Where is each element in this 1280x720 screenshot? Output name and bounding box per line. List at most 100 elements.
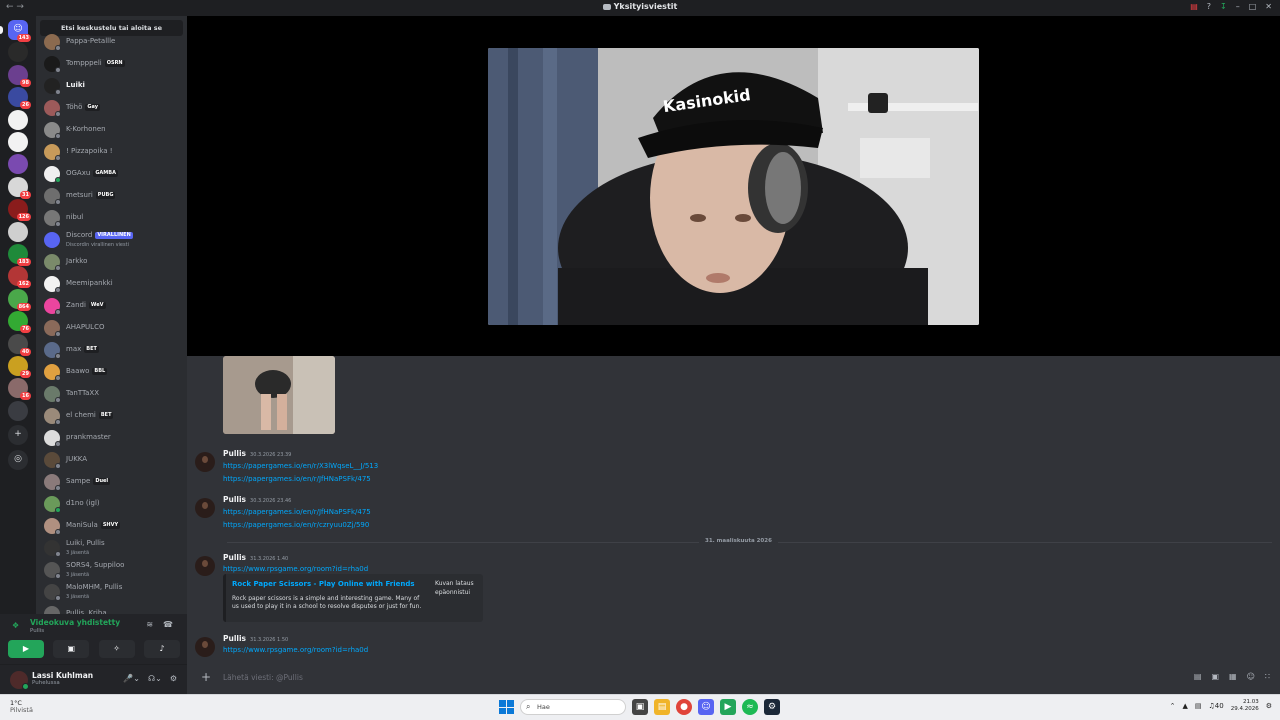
screen-share-button[interactable]: ▣ xyxy=(53,640,90,658)
author-avatar[interactable] xyxy=(195,637,215,657)
discord-icon[interactable]: ☺ xyxy=(698,699,714,715)
server-icon[interactable]: 76 xyxy=(8,311,31,334)
message-link[interactable]: https://papergames.io/en/r/JfHNaPSFk/475 xyxy=(223,508,371,516)
activities-button[interactable]: ✧ xyxy=(98,640,135,658)
author-name[interactable]: Pullis xyxy=(223,449,246,458)
weather-widget[interactable]: 1°C Pilvistä xyxy=(10,700,33,714)
app-icon[interactable]: ▶ xyxy=(720,699,736,715)
discover-button[interactable]: ◎ xyxy=(8,449,28,470)
dm-item[interactable]: Pappa-Petallle xyxy=(40,32,184,52)
dm-item[interactable]: Töhö Gay xyxy=(40,98,184,118)
emoji-icon[interactable]: ☺ xyxy=(1247,672,1255,681)
task-view-icon[interactable]: ▣ xyxy=(632,699,648,715)
dm-item[interactable]: Jarkko xyxy=(40,252,184,272)
message-link[interactable]: https://www.rpsgame.org/room?id=rha0d xyxy=(223,646,368,654)
message-link[interactable]: https://papergames.io/en/r/czryuu0Zj/590 xyxy=(223,521,369,529)
gif-icon[interactable]: ▣ xyxy=(1211,672,1219,681)
maximize-icon[interactable]: □ xyxy=(1249,2,1257,11)
dm-item[interactable]: Discord VIRALLINEN Discordin virallinen vi… xyxy=(40,230,184,250)
dm-item[interactable]: K-Korhonen xyxy=(40,120,184,140)
signal-icon[interactable]: ❖ xyxy=(12,621,19,630)
author-avatar[interactable] xyxy=(195,452,215,472)
settings-gear-icon[interactable]: ⚙ xyxy=(170,674,177,683)
help-icon[interactable]: ? xyxy=(1207,2,1211,11)
dm-item[interactable]: AHAPULCO xyxy=(40,318,184,338)
disconnect-icon[interactable]: ☎ xyxy=(163,620,173,629)
message-link[interactable]: https://www.rpsgame.org/room?id=rha0d xyxy=(223,565,368,573)
headphones-icon[interactable]: ☊⌄ xyxy=(148,674,162,683)
dm-item[interactable]: el chemi BET xyxy=(40,406,184,426)
embed-title[interactable]: Rock Paper Scissors - Play Online with F… xyxy=(232,580,415,588)
steam-icon[interactable]: ⚙ xyxy=(764,699,780,715)
add-attachment-icon[interactable]: + xyxy=(201,670,211,684)
network-icon[interactable]: ▤ xyxy=(1195,702,1202,710)
spotify-icon[interactable]: ≈ xyxy=(742,699,758,715)
dm-item[interactable]: metsuri PUBG xyxy=(40,186,184,206)
add-server-button[interactable]: + xyxy=(8,425,28,446)
author-name[interactable]: Pullis xyxy=(223,553,246,562)
message-link[interactable]: https://papergames.io/en/r/JfHNaPSFk/475 xyxy=(223,475,371,483)
server-icon[interactable]: 126 xyxy=(8,199,31,222)
dm-item[interactable]: nibul xyxy=(40,208,184,228)
server-icon[interactable] xyxy=(8,132,28,152)
server-icon[interactable]: 864 xyxy=(8,288,31,311)
download-icon[interactable]: ↧ xyxy=(1220,2,1227,11)
start-button[interactable] xyxy=(498,699,514,715)
notifications-icon[interactable]: ⚙ xyxy=(1266,702,1272,710)
dm-item[interactable]: Zandi WeV xyxy=(40,296,184,316)
apps-icon[interactable]: ∷ xyxy=(1265,672,1270,681)
author-name[interactable]: Pullis xyxy=(223,495,246,504)
dm-item[interactable]: TanTTaXX xyxy=(40,384,184,404)
dm-item[interactable]: ! Pizzapoika ! xyxy=(40,142,184,162)
video-feed[interactable]: Kasinokid xyxy=(488,48,979,325)
author-name[interactable]: Pullis xyxy=(223,634,246,643)
dm-item[interactable]: Tompppeli OSRN xyxy=(40,54,184,74)
server-icon[interactable]: 183 xyxy=(8,244,31,266)
server-icon[interactable]: 40 xyxy=(8,333,31,356)
server-icon[interactable]: 162 xyxy=(8,266,31,289)
close-icon[interactable]: ✕ xyxy=(1265,2,1272,11)
dm-item[interactable]: SORS4, Suppiloo 3 jäsentä xyxy=(40,560,184,580)
server-icon[interactable] xyxy=(8,221,28,242)
taskbar-search[interactable]: Hae xyxy=(520,699,626,715)
server-icon[interactable] xyxy=(8,109,28,130)
minimize-icon[interactable]: – xyxy=(1236,2,1240,11)
server-icon[interactable]: 31 xyxy=(8,176,31,199)
browser-icon[interactable]: ● xyxy=(676,699,692,715)
clock[interactable]: 21.03 29.4.2026 xyxy=(1231,699,1259,713)
dm-item[interactable]: Sampe Duel xyxy=(40,472,184,492)
sticker-icon[interactable]: ▦ xyxy=(1229,672,1237,681)
dm-item[interactable]: Meemipankki xyxy=(40,274,184,294)
dm-item[interactable]: Luiki, Pullis 3 jäsentä xyxy=(40,538,184,558)
noise-suppression-icon[interactable]: ≋ xyxy=(146,620,153,629)
file-explorer-icon[interactable]: ▤ xyxy=(654,699,670,715)
dm-item[interactable]: d1no (igl) xyxy=(40,494,184,514)
author-avatar[interactable] xyxy=(195,556,215,576)
dm-item[interactable]: Pullis, Kriba xyxy=(40,604,184,614)
user-name[interactable]: Lassi Kuhlman xyxy=(32,671,93,680)
dm-item[interactable]: OGAxu GAMBA xyxy=(40,164,184,184)
server-icon[interactable] xyxy=(8,154,28,175)
dm-item[interactable]: max BET xyxy=(40,340,184,360)
chevron-up-icon[interactable]: ⌃ xyxy=(1170,702,1176,710)
dm-item[interactable]: prankmaster xyxy=(40,428,184,448)
inbox-icon[interactable]: ▤ xyxy=(1190,2,1198,11)
message-input[interactable]: Lähetä viesti: @Pullis xyxy=(223,673,303,682)
author-avatar[interactable] xyxy=(195,498,215,518)
volume-icon[interactable]: ♫40 xyxy=(1209,702,1224,710)
soundboard-button[interactable]: ♪ xyxy=(143,640,180,658)
home-button[interactable]: ☺ 143 xyxy=(8,20,31,42)
server-icon[interactable]: 16 xyxy=(8,378,31,401)
dm-item[interactable]: JUKKA xyxy=(40,450,184,470)
camera-button[interactable]: ▶ xyxy=(8,640,44,658)
dm-item[interactable]: ManiSula SHVY xyxy=(40,516,184,536)
dm-item[interactable]: Baawo BBL xyxy=(40,362,184,382)
microphone-icon[interactable]: 🎤⌄ xyxy=(123,674,140,683)
dm-item[interactable]: MaloMHM, Pullis 3 jäsentä xyxy=(40,582,184,602)
server-icon[interactable]: 98 xyxy=(8,64,31,87)
server-icon[interactable]: 26 xyxy=(8,87,31,110)
voice-channel-name[interactable]: Pullis xyxy=(30,628,44,634)
image-attachment[interactable] xyxy=(223,356,335,434)
mic-tray-icon[interactable]: ▲ xyxy=(1183,702,1188,710)
dm-item[interactable]: Luiki xyxy=(40,76,184,96)
